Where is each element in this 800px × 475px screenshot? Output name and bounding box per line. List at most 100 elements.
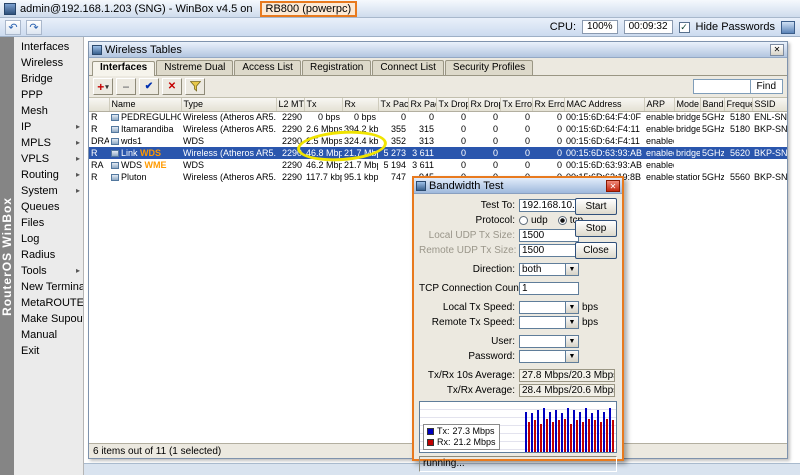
- start-button[interactable]: Start: [575, 198, 617, 215]
- hide-passwords-checkbox[interactable]: ✓: [679, 22, 690, 33]
- radio-udp[interactable]: [519, 216, 528, 225]
- tab-nstreme-dual[interactable]: Nstreme Dual: [156, 60, 233, 75]
- sidebar-item-exit[interactable]: Exit: [14, 343, 83, 359]
- sidebar-item-wireless[interactable]: Wireless: [14, 55, 83, 71]
- redo-icon[interactable]: ↷: [26, 20, 42, 35]
- table-row[interactable]: RItamarandibaWireless (Atheros AR5...229…: [89, 123, 787, 135]
- cell-arp: enabled: [644, 159, 674, 171]
- password-dropdown-icon[interactable]: ▼: [565, 350, 579, 363]
- sidebar-item-label: Files: [21, 215, 44, 231]
- add-button[interactable]: +▾: [93, 78, 113, 95]
- tab-access-list[interactable]: Access List: [234, 60, 301, 75]
- find-input[interactable]: [693, 79, 751, 94]
- graph-bar-tx: [579, 412, 581, 452]
- test-to-input[interactable]: [519, 199, 579, 212]
- remove-button[interactable]: −: [116, 78, 136, 95]
- disable-button[interactable]: ✕: [162, 78, 182, 95]
- cell-mac: 00:15:6D:64:F4:11: [564, 135, 644, 147]
- direction-dropdown-icon[interactable]: ▼: [565, 263, 579, 276]
- graph-bar-tx: [555, 410, 557, 452]
- sidebar-item-system[interactable]: System▸: [14, 183, 83, 199]
- sidebar-item-bridge[interactable]: Bridge: [14, 71, 83, 87]
- cell-ssid: BKP-SN...: [752, 171, 787, 183]
- table-row[interactable]: RPEDREGULHO-CACA...Wireless (Atheros AR5…: [89, 111, 787, 123]
- bandwidth-dialog-close-button[interactable]: ✕: [606, 180, 620, 192]
- column-header-ssid[interactable]: SSID: [752, 98, 787, 111]
- column-header-frequen[interactable]: Frequen...: [724, 98, 752, 111]
- sidebar-item-files[interactable]: Files: [14, 215, 83, 231]
- sidebar-item-ip[interactable]: IP▸: [14, 119, 83, 135]
- sidebar-item-metarouter[interactable]: MetaROUTER: [14, 295, 83, 311]
- password-input[interactable]: [519, 350, 565, 363]
- user-dropdown-icon[interactable]: ▼: [565, 335, 579, 348]
- sidebar-item-radius[interactable]: Radius: [14, 247, 83, 263]
- bandwidth-dialog-titlebar[interactable]: Bandwidth Test ✕: [414, 178, 622, 194]
- sidebar-item-new-terminal[interactable]: New Terminal: [14, 279, 83, 295]
- cell-type: Wireless (Atheros AR5...: [181, 147, 276, 159]
- sidebar-item-tools[interactable]: Tools▸: [14, 263, 83, 279]
- graph-bar-tx: [525, 412, 527, 452]
- radio-tcp[interactable]: [558, 216, 567, 225]
- local-udp-size-input[interactable]: [519, 229, 579, 242]
- column-header-tx-pac[interactable]: Tx Pac...: [378, 98, 408, 111]
- column-header-arp[interactable]: ARP: [644, 98, 674, 111]
- column-header-rx-pac[interactable]: Rx Pac...: [408, 98, 436, 111]
- column-header-flags[interactable]: [89, 98, 109, 111]
- local-tx-speed-input[interactable]: [519, 301, 565, 314]
- column-header-tx[interactable]: Tx: [304, 98, 342, 111]
- table-row[interactable]: RLink WDSWireless (Atheros AR5...229046.…: [89, 147, 787, 159]
- sidebar-item-ppp[interactable]: PPP: [14, 87, 83, 103]
- graph-bar-rx: [582, 422, 584, 452]
- column-header-rx[interactable]: Rx: [342, 98, 378, 111]
- hide-passwords-label: Hide Passwords: [696, 21, 775, 33]
- direction-select[interactable]: [519, 263, 565, 276]
- filter-button[interactable]: [185, 78, 205, 95]
- table-row[interactable]: DRAwds1WDS22902.5 Mbps324.4 kbps35231300…: [89, 135, 787, 147]
- tab-security-profiles[interactable]: Security Profiles: [445, 60, 533, 75]
- column-header-name[interactable]: Name: [109, 98, 181, 111]
- remote-udp-size-input[interactable]: [519, 244, 579, 257]
- tab-registration[interactable]: Registration: [302, 60, 371, 75]
- tab-bar: InterfacesNstreme DualAccess ListRegistr…: [89, 58, 787, 76]
- mdi-area: Wireless Tables ✕ InterfacesNstreme Dual…: [84, 37, 800, 475]
- rx-legend-value: 21.2 Mbps: [454, 437, 496, 448]
- remote-tx-speed-input[interactable]: [519, 316, 565, 329]
- column-header-tx-drops[interactable]: Tx Drops: [436, 98, 468, 111]
- sidebar-item-interfaces[interactable]: Interfaces: [14, 39, 83, 55]
- stop-button[interactable]: Stop: [575, 220, 617, 237]
- enable-button[interactable]: ✔: [139, 78, 159, 95]
- find-button[interactable]: Find: [751, 79, 783, 94]
- wireless-window-titlebar[interactable]: Wireless Tables ✕: [89, 42, 787, 58]
- sidebar-item-label: Radius: [21, 247, 55, 263]
- close-button[interactable]: Close: [575, 242, 617, 259]
- column-header-mac-address[interactable]: MAC Address: [564, 98, 644, 111]
- submenu-arrow-icon: ▸: [76, 183, 80, 199]
- sidebar-item-queues[interactable]: Queues: [14, 199, 83, 215]
- column-header-band[interactable]: Band: [700, 98, 724, 111]
- local-tx-speed-dropdown-icon[interactable]: ▼: [565, 301, 579, 314]
- tab-interfaces[interactable]: Interfaces: [92, 61, 155, 76]
- sidebar-item-routing[interactable]: Routing▸: [14, 167, 83, 183]
- tcp-connection-count-input[interactable]: [519, 282, 579, 295]
- user-input[interactable]: [519, 335, 565, 348]
- sidebar-item-mpls[interactable]: MPLS▸: [14, 135, 83, 151]
- sidebar-item-vpls[interactable]: VPLS▸: [14, 151, 83, 167]
- cell-tx: 2.6 Mbps: [304, 123, 342, 135]
- sidebar-item-make-supout-rif[interactable]: Make Supout.rif: [14, 311, 83, 327]
- column-header-mode[interactable]: Mode: [674, 98, 700, 111]
- column-header-rx-drops[interactable]: Rx Drops: [468, 98, 500, 111]
- tab-connect-list[interactable]: Connect List: [372, 60, 444, 75]
- sidebar-item-mesh[interactable]: Mesh: [14, 103, 83, 119]
- column-header-l2-mtu[interactable]: L2 MTU: [276, 98, 304, 111]
- winbox-logo-icon: [781, 21, 795, 34]
- column-header-type[interactable]: Type: [181, 98, 276, 111]
- column-header-rx-errors[interactable]: Rx Errors: [532, 98, 564, 111]
- sidebar-item-log[interactable]: Log: [14, 231, 83, 247]
- table-row[interactable]: RAWDS WMEWDS229046.2 Mbps21.7 Mbps5 1943…: [89, 159, 787, 171]
- remote-tx-speed-dropdown-icon[interactable]: ▼: [565, 316, 579, 329]
- wireless-window-close-button[interactable]: ✕: [770, 44, 784, 56]
- undo-icon[interactable]: ↶: [5, 20, 21, 35]
- column-header-tx-errors[interactable]: Tx Errors: [500, 98, 532, 111]
- cell-name: Itamarandiba: [109, 123, 181, 135]
- sidebar-item-manual[interactable]: Manual: [14, 327, 83, 343]
